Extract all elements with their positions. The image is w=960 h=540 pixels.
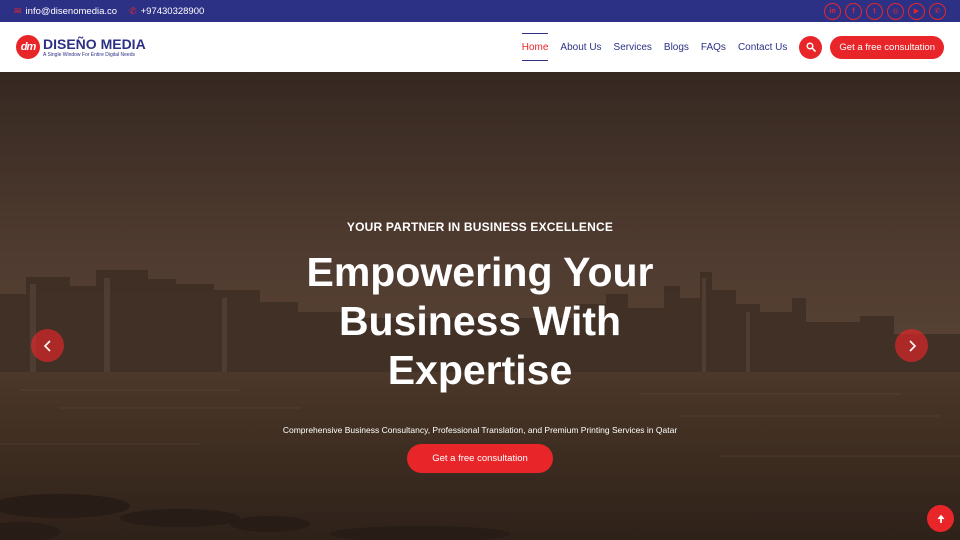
email-contact[interactable]: ✉ info@disenomedia.co [14, 6, 117, 17]
phone-contact[interactable]: ✆ +97430328900 [129, 6, 204, 17]
linkedin-icon[interactable]: in [824, 2, 841, 20]
search-button[interactable] [799, 35, 823, 59]
instagram-icon[interactable]: ◎ [887, 2, 904, 20]
main-nav: Home About Us Services Blogs FAQs Contac… [516, 22, 944, 72]
slider-next-button[interactable] [895, 329, 928, 362]
phone-icon: ✆ [129, 5, 137, 16]
envelope-icon: ✉ [14, 5, 22, 16]
youtube-icon[interactable]: ▶ [908, 2, 925, 20]
logo-tagline: A Single Window For Entire Digital Needs [43, 51, 135, 58]
nav-about-us[interactable]: About Us [560, 22, 601, 72]
nav-contact-us[interactable]: Contact Us [738, 22, 787, 72]
nav-blogs[interactable]: Blogs [664, 22, 689, 72]
logo-mark: dm [16, 35, 40, 59]
nav-services[interactable]: Services [614, 22, 652, 72]
chevron-right-icon [908, 339, 916, 352]
twitter-icon[interactable]: t [866, 2, 883, 20]
site-logo[interactable]: dm DISEÑO MEDIA A Single Window For Enti… [16, 35, 146, 59]
search-icon [806, 42, 816, 52]
chevron-left-icon [43, 339, 51, 352]
header-consultation-button[interactable]: Get a free consultation [830, 35, 944, 59]
hero-slider: YOUR PARTNER IN BUSINESS EXCELLENCE Empo… [0, 72, 960, 540]
slider-prev-button[interactable] [31, 329, 64, 362]
arrow-up-icon [937, 514, 944, 523]
hero-kicker: YOUR PARTNER IN BUSINESS EXCELLENCE [346, 220, 614, 234]
hero-subtitle: Comprehensive Business Consultancy, Prof… [282, 425, 678, 435]
nav-home[interactable]: Home [521, 22, 548, 72]
top-bar: ✉ info@disenomedia.co ✆ +97430328900 in … [0, 0, 960, 22]
logo-name: DISEÑO MEDIA [43, 35, 146, 52]
site-header: dm DISEÑO MEDIA A Single Window For Enti… [0, 22, 960, 72]
social-links: in f t ◎ ▶ ✆ [824, 2, 946, 20]
back-to-top-button[interactable] [927, 505, 954, 532]
phone-text[interactable]: +97430328900 [141, 6, 205, 17]
nav-faqs[interactable]: FAQs [701, 22, 726, 72]
facebook-icon[interactable]: f [845, 2, 862, 20]
whatsapp-icon[interactable]: ✆ [929, 2, 946, 20]
hero-consultation-button[interactable]: Get a free consultation [407, 444, 553, 473]
email-text[interactable]: info@disenomedia.co [26, 6, 118, 17]
hero-title: Empowering Your Business With Expertise [306, 249, 654, 393]
